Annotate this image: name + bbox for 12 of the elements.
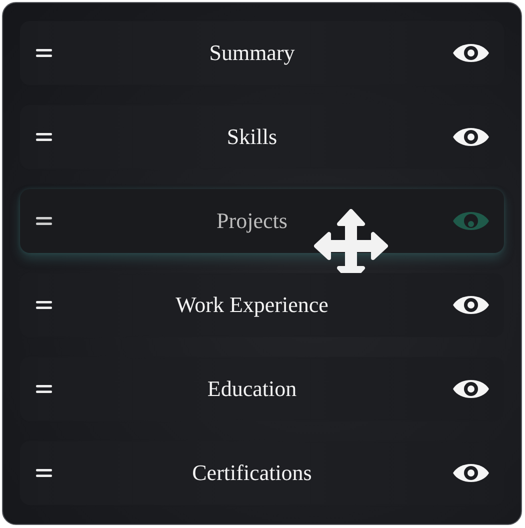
section-label: Summary [208, 40, 296, 66]
drag-handle-icon[interactable] [36, 469, 52, 477]
drag-handle-icon[interactable] [36, 133, 52, 141]
section-label: Education [206, 376, 298, 402]
drag-handle-icon[interactable] [36, 301, 52, 309]
drag-handle-icon[interactable] [36, 385, 52, 393]
section-label: Projects [216, 208, 288, 234]
section-label: Certifications [191, 460, 313, 486]
drag-handle-icon[interactable] [36, 217, 52, 225]
section-label: Skills [226, 124, 278, 150]
section-label: Work Experience [174, 292, 330, 318]
drag-handle-icon[interactable] [36, 49, 52, 57]
